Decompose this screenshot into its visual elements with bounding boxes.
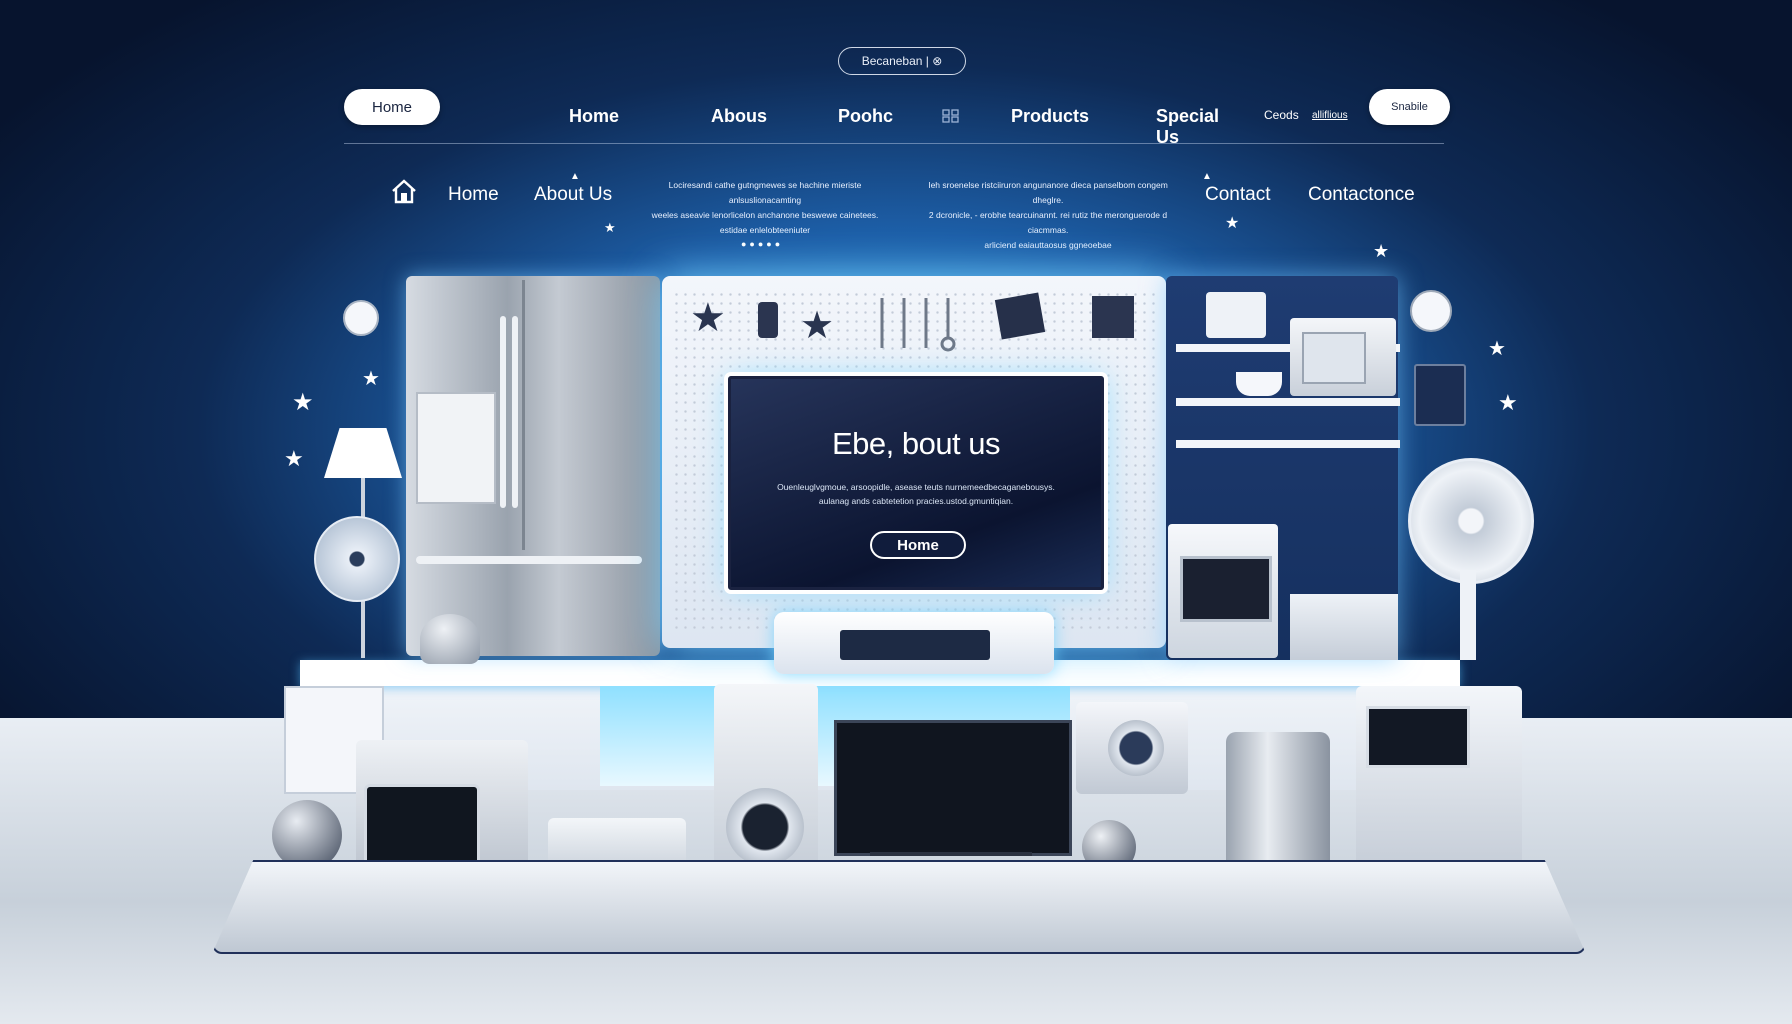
caret-up-icon: ▲ bbox=[570, 171, 580, 182]
oven-door bbox=[1180, 556, 1272, 622]
fridge-handle bbox=[512, 316, 518, 508]
fan-right bbox=[1408, 458, 1534, 584]
snabile-button[interactable]: Snabile bbox=[1369, 89, 1450, 125]
nav-abous[interactable]: Abous bbox=[711, 106, 767, 127]
subnav-about-us[interactable]: About Us bbox=[534, 184, 612, 206]
shelf bbox=[1176, 398, 1400, 406]
hero-home-button[interactable]: Home bbox=[870, 531, 966, 559]
star-icon: ★ bbox=[1373, 241, 1390, 261]
microwave-window bbox=[1302, 332, 1366, 384]
home-pill-button[interactable]: Home bbox=[344, 89, 440, 125]
subnav-contact[interactable]: Contact bbox=[1205, 184, 1270, 206]
star-icon: ★ bbox=[690, 296, 726, 340]
smart-speaker bbox=[420, 614, 480, 664]
star-icon: ★ bbox=[292, 389, 314, 416]
hero-title: Ebe, bout us bbox=[831, 426, 1001, 461]
star-icon: ★ bbox=[1498, 390, 1518, 415]
nav-ceods[interactable]: Ceods bbox=[1264, 108, 1299, 122]
star-icon: ★ bbox=[1488, 338, 1506, 360]
star-icon: ★ bbox=[800, 305, 835, 347]
fridge-handle bbox=[500, 316, 506, 508]
fan-stand bbox=[1460, 570, 1476, 660]
pager-dots[interactable]: ●●●●● bbox=[741, 239, 783, 249]
lamp-shade bbox=[324, 428, 402, 478]
thermostat-panel bbox=[1414, 364, 1466, 426]
speaker-device bbox=[994, 292, 1046, 340]
star-icon: ★ bbox=[604, 220, 616, 235]
nav-home[interactable]: Home bbox=[569, 106, 619, 127]
fan-left bbox=[314, 516, 400, 602]
microwave-window bbox=[364, 784, 480, 870]
star-icon: ★ bbox=[362, 368, 380, 390]
picture-frame bbox=[1206, 292, 1266, 338]
star-icon: ★ bbox=[1225, 215, 1240, 232]
microwave-small bbox=[1290, 594, 1398, 660]
grid-icon[interactable] bbox=[942, 107, 960, 123]
caret-up-icon: ▲ bbox=[1202, 171, 1212, 182]
blurb-right: Ieh sroenelse ristciiruron angunanore di… bbox=[928, 180, 1168, 250]
top-badge[interactable]: Becaneban | ⊗ bbox=[838, 47, 966, 75]
nav-poohc[interactable]: Poohc bbox=[838, 106, 893, 127]
phone-device bbox=[758, 302, 778, 338]
display-platform bbox=[212, 860, 1586, 954]
washer-door bbox=[1108, 720, 1164, 776]
smart-speaker bbox=[272, 800, 342, 870]
nav-link-small[interactable]: alliflious bbox=[1312, 110, 1348, 121]
fridge-seam bbox=[522, 280, 525, 550]
washer-door bbox=[726, 788, 804, 866]
wall-clock bbox=[1410, 290, 1452, 332]
subnav-home[interactable]: Home bbox=[448, 184, 499, 206]
oven-window bbox=[1366, 706, 1470, 768]
shelf bbox=[1176, 440, 1400, 448]
air-purifier bbox=[1226, 732, 1330, 878]
console-display bbox=[840, 630, 990, 660]
drawer-handle bbox=[416, 556, 642, 564]
blurb-left: Lociresandi cathe gutngmewes se hachine … bbox=[651, 180, 879, 235]
tv bbox=[834, 720, 1072, 856]
router-device bbox=[1092, 296, 1134, 338]
tv-stand bbox=[870, 852, 1032, 856]
cup-icon bbox=[1236, 372, 1282, 396]
nav-divider bbox=[344, 143, 1444, 144]
water-dispenser bbox=[416, 392, 496, 504]
wall-clock bbox=[343, 300, 379, 336]
hero-subtitle: Ouenleuglvgmoue, arsoopidle, asease teut… bbox=[777, 482, 1055, 506]
star-icon: ★ bbox=[284, 446, 304, 471]
nav-special-us[interactable]: Special Us bbox=[1156, 106, 1219, 148]
utensils-icon bbox=[874, 294, 970, 352]
nav-products[interactable]: Products bbox=[1011, 106, 1089, 127]
subnav-contactonce[interactable]: Contactonce bbox=[1308, 184, 1415, 206]
home-icon[interactable] bbox=[390, 177, 418, 205]
